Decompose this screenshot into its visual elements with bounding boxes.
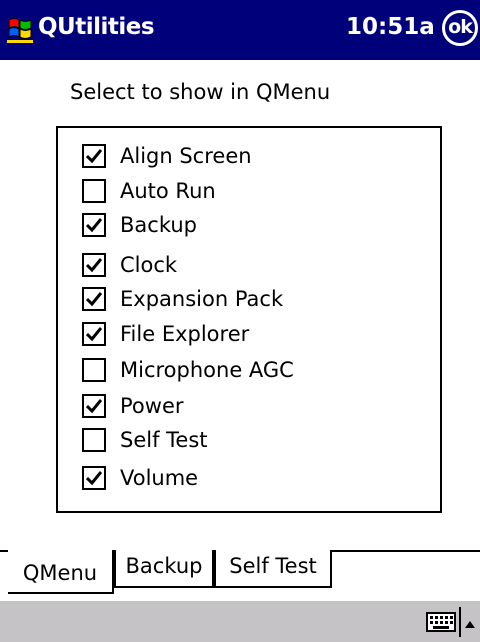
checkbox[interactable] <box>82 253 106 277</box>
checkbox[interactable] <box>82 213 106 237</box>
checklist-item-label: Volume <box>120 466 199 490</box>
keyboard-icon[interactable] <box>426 612 456 632</box>
checkbox[interactable] <box>82 144 106 168</box>
checklist-item-volume[interactable]: Volume <box>82 464 422 492</box>
checkbox[interactable] <box>82 322 106 346</box>
qmenu-checklist: Align Screen Auto Run Backup Clock Expan… <box>56 126 442 513</box>
checklist-item-align-screen[interactable]: Align Screen <box>82 142 422 170</box>
checklist-item-microphone-agc[interactable]: Microphone AGC <box>82 356 422 384</box>
checklist-item-clock[interactable]: Clock <box>82 251 422 279</box>
checkbox[interactable] <box>82 358 106 382</box>
checklist-item-label: File Explorer <box>120 322 250 346</box>
checkbox[interactable] <box>82 287 106 311</box>
tab-qmenu[interactable]: QMenu <box>8 550 114 594</box>
checklist-item-backup[interactable]: Backup <box>82 211 422 239</box>
checklist-item-label: Self Test <box>120 428 208 452</box>
checklist-item-label: Clock <box>120 253 178 277</box>
title-bar: QUtilities 10:51a ok <box>0 0 480 60</box>
tab-self-test[interactable]: Self Test <box>214 550 332 588</box>
clock-time[interactable]: 10:51a <box>346 14 435 40</box>
ok-button[interactable]: ok <box>442 10 478 46</box>
app-title: QUtilities <box>38 14 155 40</box>
checkbox[interactable] <box>82 466 106 490</box>
tab-backup[interactable]: Backup <box>114 550 214 588</box>
checklist-item-file-explorer[interactable]: File Explorer <box>82 320 422 348</box>
checklist-item-power[interactable]: Power <box>82 392 422 420</box>
checklist-item-self-test[interactable]: Self Test <box>82 426 422 454</box>
command-bar <box>0 600 480 642</box>
windows-flag-icon[interactable] <box>5 14 35 44</box>
checklist-item-expansion-pack[interactable]: Expansion Pack <box>82 285 422 313</box>
checklist-item-label: Power <box>120 394 184 418</box>
sip-separator <box>459 607 461 637</box>
checkbox[interactable] <box>82 428 106 452</box>
up-arrow-icon[interactable] <box>464 615 476 628</box>
checklist-item-label: Backup <box>120 213 197 237</box>
checklist-item-label: Align Screen <box>120 144 252 168</box>
checkbox[interactable] <box>82 394 106 418</box>
instruction-text: Select to show in QMenu <box>70 80 331 104</box>
checklist-item-label: Microphone AGC <box>120 358 294 382</box>
checklist-item-label: Expansion Pack <box>120 287 284 311</box>
tab-strip: QMenu Backup Self Test <box>0 550 480 600</box>
checklist-item-auto-run[interactable]: Auto Run <box>82 177 422 205</box>
checkbox[interactable] <box>82 179 106 203</box>
checklist-item-label: Auto Run <box>120 179 216 203</box>
